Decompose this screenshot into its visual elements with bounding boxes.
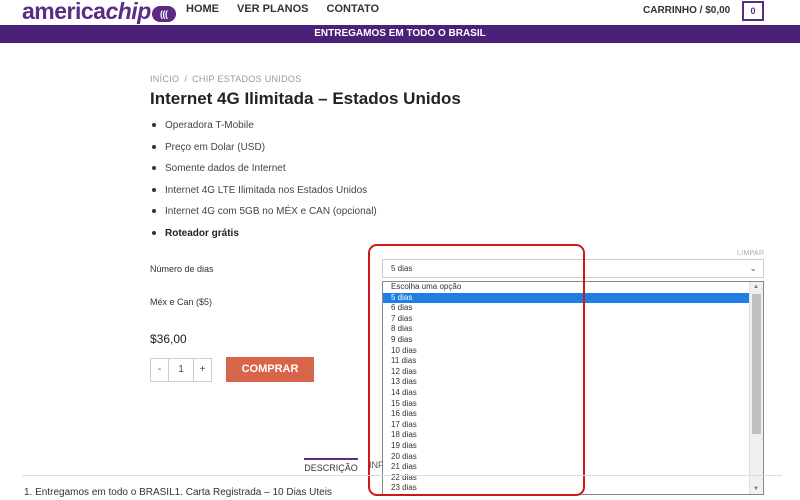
feature-item: Internet 4G com 5GB no MÉX e CAN (opcion… [152, 206, 377, 228]
logo-signal-icon: ((( [151, 6, 176, 22]
feature-item: Preço em Dolar (USD) [152, 142, 377, 164]
tab-description[interactable]: DESCRIÇÃO [304, 458, 358, 476]
breadcrumb: INÍCIO / CHIP ESTADOS UNIDOS [150, 74, 307, 84]
product-price: $36,00 [150, 332, 187, 346]
feature-item: Operadora T-Mobile [152, 120, 377, 142]
annotation-highlight-box [368, 244, 585, 496]
chevron-down-icon: ⌄ [749, 263, 757, 273]
scrollbar-thumb[interactable] [752, 294, 761, 434]
qty-input[interactable]: 1 [168, 359, 194, 381]
breadcrumb-home[interactable]: INÍCIO [150, 74, 179, 84]
mex-can-label: Méx e Can ($5) [150, 297, 213, 307]
site-logo[interactable]: americachip((( [22, 0, 176, 25]
logo-text-chip: chip [105, 0, 151, 24]
nav-ver-planos[interactable]: VER PLANOS [237, 3, 309, 15]
feature-list: Operadora T-Mobile Preço em Dolar (USD) … [152, 120, 377, 250]
tabs-divider [22, 475, 782, 476]
quantity-stepper: - 1 + [150, 358, 212, 382]
product-title: Internet 4G Ilimitada – Estados Unidos [150, 89, 461, 108]
dropdown-scrollbar[interactable]: ▲ ▼ [749, 282, 763, 494]
buy-button[interactable]: COMPRAR [226, 357, 314, 382]
qty-minus-button[interactable]: - [151, 359, 168, 381]
description-text: 1. Entregamos em todo o BRASIL1. Carta R… [24, 487, 332, 498]
days-label: Número de dias [150, 264, 214, 274]
feature-item: Roteador grátis [152, 228, 377, 250]
breadcrumb-separator: / [184, 74, 188, 84]
main-nav: HOME VER PLANOS CONTATO [186, 3, 379, 15]
clear-selection-link[interactable]: LIMPAR [737, 250, 764, 257]
feature-item: Internet 4G LTE Ilimitada nos Estados Un… [152, 185, 377, 207]
cart-count-badge[interactable]: 0 [742, 1, 764, 21]
nav-contato[interactable]: CONTATO [327, 3, 380, 15]
logo-text-america: america [22, 0, 106, 24]
feature-item: Somente dados de Internet [152, 163, 377, 185]
scroll-down-icon[interactable]: ▼ [753, 486, 759, 492]
cart-link[interactable]: CARRINHO / $0,00 [643, 5, 730, 16]
breadcrumb-category[interactable]: CHIP ESTADOS UNIDOS [192, 74, 301, 84]
scroll-up-icon[interactable]: ▲ [753, 284, 759, 290]
qty-plus-button[interactable]: + [194, 359, 211, 381]
shipping-banner: ENTREGAMOS EM TODO O BRASIL [0, 25, 800, 43]
site-header: americachip((( HOME VER PLANOS CONTATO C… [0, 0, 800, 26]
nav-home[interactable]: HOME [186, 3, 219, 15]
tab-info[interactable]: INF [369, 460, 384, 470]
